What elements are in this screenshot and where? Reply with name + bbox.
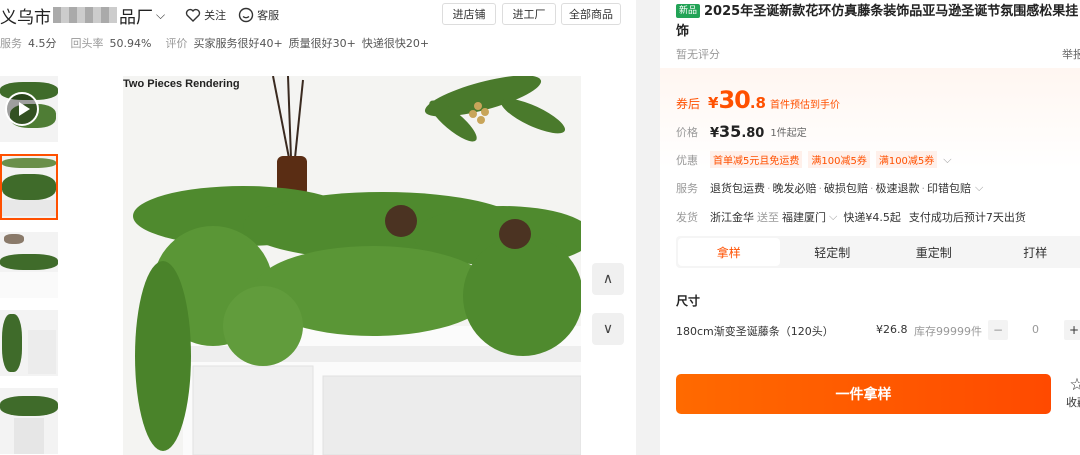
favorite-button[interactable]: ☆ 收藏 <box>1062 376 1080 410</box>
follow-button[interactable]: 关注 <box>185 7 226 23</box>
promo-tag[interactable]: 首单减5元且免运费 <box>710 151 803 168</box>
coupon-price-label: 券后 <box>676 97 701 111</box>
ship-to-select[interactable]: 福建厦门 <box>782 209 826 225</box>
chevron-down-icon[interactable]: ⌵ <box>829 210 837 224</box>
favorite-label: 收藏 <box>1066 396 1080 409</box>
promo-tag[interactable]: 满100减5券 <box>808 151 870 168</box>
promo-label: 优惠 <box>676 153 698 167</box>
service-item: 退货包运费 <box>710 182 765 195</box>
heart-plus-icon <box>185 8 201 22</box>
shipping-row: 发货 浙江金华 送至 福建厦门 ⌵ 快递¥4.5起 支付成功后预计7天出货 <box>676 209 1026 225</box>
report-link[interactable]: 举报 <box>1062 46 1080 62</box>
ship-label: 发货 <box>676 211 698 224</box>
coupon-price-decimal: .8 <box>749 94 766 112</box>
store-name-redacted <box>53 7 117 23</box>
coupon-currency: ¥ <box>708 94 719 112</box>
star-icon: ☆ <box>1069 375 1080 395</box>
price-value: ¥35.80 <box>710 122 764 141</box>
thumbnail-video[interactable] <box>0 76 58 142</box>
customer-service-button[interactable]: 客服 <box>238 7 279 23</box>
store-ratings: 服务 4.5分 回头率 50.94% 评价 买家服务很好40+ 质量很好30+ … <box>0 34 429 52</box>
chevron-down-icon[interactable]: ∨ <box>592 313 624 345</box>
service-item: 破损包赔 <box>824 182 868 195</box>
buy-sample-button[interactable]: 一件拿样 <box>676 374 1051 414</box>
eval-label: 评价 <box>165 37 188 50</box>
enter-store-button[interactable]: 进店铺 <box>442 3 496 25</box>
chevron-down-icon[interactable]: ⌵ <box>156 8 165 23</box>
thumbnail-image[interactable] <box>0 388 58 454</box>
service-label: 服务 <box>676 182 698 195</box>
service-score-label: 服务 <box>0 37 22 50</box>
thumbnail-image[interactable] <box>0 310 58 376</box>
store-name[interactable]: 义乌市 品厂 ⌵ <box>0 3 165 28</box>
store-name-suffix: 品厂 <box>119 7 153 28</box>
service-label: 客服 <box>257 9 280 22</box>
min-order: 1件起定 <box>770 128 807 139</box>
ship-from: 浙江金华 <box>710 211 754 224</box>
enter-factory-button[interactable]: 进工厂 <box>502 3 556 25</box>
coupon-price-row: 券后 ¥ 30 .8 首件预估到手价 <box>676 86 840 114</box>
quantity-input[interactable]: 0 <box>1032 323 1039 336</box>
eval-tag: 买家服务很好40+ <box>193 37 283 50</box>
tab-heavy-custom[interactable]: 重定制 <box>883 236 985 268</box>
service-row: 服务 退货包运费 · 晚发必赔 · 破损包赔 · 极速退款 · 印错包赔 ⌵ <box>676 181 984 195</box>
price-decimal: .80 <box>741 126 765 141</box>
quantity-minus-button[interactable]: − <box>988 320 1008 340</box>
gallery-panel: 义乌市 品厂 ⌵ 关注 客服 进店铺 进工厂 全部商品 服务 4.5分 回头率 … <box>0 0 636 455</box>
price-row: 价格 ¥35.80 1件起定 <box>676 122 807 141</box>
eval-tag: 质量很好30+ <box>288 37 356 50</box>
customer-service-icon <box>238 7 254 23</box>
thumbnail-image[interactable] <box>0 232 58 298</box>
chevron-down-icon[interactable]: ⌵ <box>975 181 983 195</box>
ship-to-label: 送至 <box>757 211 779 224</box>
product-title: 新品 2025年圣诞新款花环仿真藤条装饰品亚马逊圣诞节氛围感松果挂饰 <box>676 2 1080 42</box>
thumbnail-image[interactable] <box>0 154 58 220</box>
sku-row: 180cm渐变圣诞藤条（120头） ¥26.8 库存99999件 − 0 + <box>676 320 1080 340</box>
store-header: 义乌市 品厂 ⌵ 关注 客服 进店铺 进工厂 全部商品 <box>0 0 636 30</box>
sku-name: 180cm渐变圣诞藤条（120头） <box>676 325 834 338</box>
all-products-button[interactable]: 全部商品 <box>561 3 621 25</box>
tab-sample[interactable]: 拿样 <box>678 238 780 266</box>
repurchase-rate: 50.94% <box>109 36 152 50</box>
rating-status: 暂无评分 <box>676 48 720 61</box>
price-label: 价格 <box>676 125 698 139</box>
service-item: 印错包赔 <box>927 182 971 195</box>
chevron-down-icon[interactable]: ⌵ <box>943 153 951 167</box>
service-item: 晚发必赔 <box>772 182 817 195</box>
service-item: 极速退款 <box>875 182 920 195</box>
repurchase-label: 回头率 <box>70 37 104 50</box>
order-type-tabs: 拿样 轻定制 重定制 打样 <box>676 236 1080 268</box>
price-integer: 35 <box>719 122 742 141</box>
promo-tag[interactable]: 满100减5券 <box>875 151 938 168</box>
tab-proofing[interactable]: 打样 <box>985 236 1080 268</box>
delivery-eta: 支付成功后预计7天出货 <box>908 211 1026 224</box>
coupon-price-integer: 30 <box>718 86 750 114</box>
store-name-prefix: 义乌市 <box>0 7 51 28</box>
shipping-fee: 快递¥4.5起 <box>843 211 901 224</box>
service-score: 4.5分 <box>28 37 57 50</box>
size-label: 尺寸 <box>676 294 701 308</box>
image-caption: Two Pieces Rendering <box>123 78 240 90</box>
promo-row: 优惠 首单减5元且免运费 满100减5券 满100减5券 ⌵ <box>676 151 952 168</box>
eval-tag: 快递很快20+ <box>361 37 430 50</box>
main-product-image[interactable]: Two Pieces Rendering <box>123 76 581 455</box>
product-title-text: 2025年圣诞新款花环仿真藤条装饰品亚马逊圣诞节氛围感松果挂饰 <box>676 4 1079 39</box>
price-currency: ¥ <box>710 126 720 141</box>
chevron-up-icon[interactable]: ∧ <box>592 263 624 295</box>
follow-label: 关注 <box>204 9 227 22</box>
tab-light-custom[interactable]: 轻定制 <box>782 236 884 268</box>
new-badge: 新品 <box>676 4 701 18</box>
sku-stock: 库存99999件 <box>914 325 982 338</box>
product-info-panel: 新品 2025年圣诞新款花环仿真藤条装饰品亚马逊圣诞节氛围感松果挂饰 暂无评分 举… <box>660 0 1080 455</box>
coupon-note: 首件预估到手价 <box>770 100 840 111</box>
garland-photo <box>123 76 581 455</box>
play-icon[interactable] <box>5 92 39 126</box>
sku-price: ¥26.8 <box>876 323 908 336</box>
product-page: 义乌市 品厂 ⌵ 关注 客服 进店铺 进工厂 全部商品 服务 4.5分 回头率 … <box>0 0 1080 455</box>
quantity-plus-button[interactable]: + <box>1064 320 1080 340</box>
